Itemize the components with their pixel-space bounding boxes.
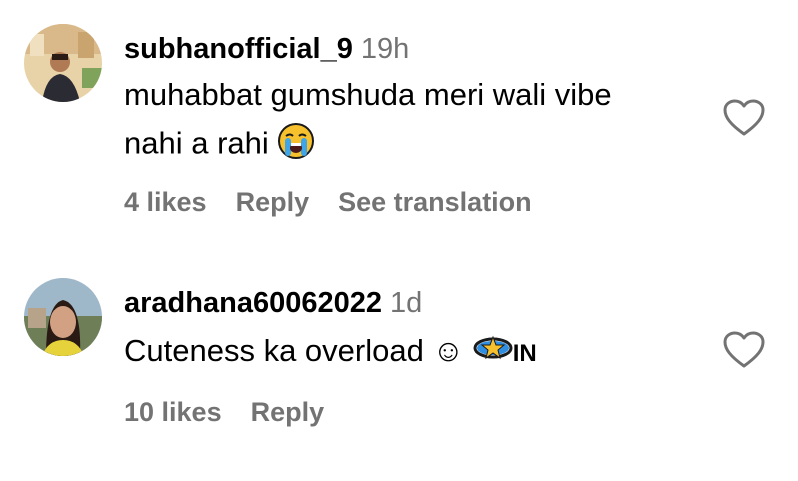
comment-actions: 10 likes Reply: [124, 396, 353, 428]
timestamp: 1d: [389, 287, 423, 319]
heart-outline-icon: [723, 331, 765, 368]
like-button[interactable]: [722, 330, 766, 370]
avatar[interactable]: [24, 278, 102, 356]
dizzy-star-icon: [473, 333, 513, 372]
reply-button[interactable]: Reply: [236, 187, 310, 217]
reply-button[interactable]: Reply: [251, 397, 325, 427]
avatar-image: [24, 24, 102, 102]
avatar-image: [24, 278, 102, 356]
avatar[interactable]: [24, 24, 102, 102]
loudly-crying-face-icon: [277, 122, 315, 169]
comment-actions: 4 likes Reply See translation: [124, 186, 561, 218]
comment-header: aradhana60062022 1d: [124, 286, 422, 320]
badge-text: IN: [512, 340, 537, 367]
likes-count[interactable]: 10 likes: [124, 397, 222, 427]
timestamp: 19h: [360, 33, 410, 65]
see-translation-button[interactable]: See translation: [338, 187, 532, 217]
username[interactable]: subhanofficial_9: [124, 33, 353, 65]
comment-text: Cuteness ka overload ☺: [124, 333, 465, 368]
heart-outline-icon: [723, 99, 765, 136]
comment-text-line-2: nahi a rahi: [124, 122, 315, 169]
comment-text-line: Cuteness ka overload ☺ IN: [124, 332, 537, 373]
comment-text: nahi a rahi: [124, 125, 269, 161]
comment-text-line: muhabbat gumshuda meri wali vibe: [124, 77, 612, 112]
username[interactable]: aradhana60062022: [124, 287, 382, 319]
like-button[interactable]: [722, 98, 766, 138]
comment-header: subhanofficial_9 19h: [124, 32, 409, 66]
likes-count[interactable]: 4 likes: [124, 187, 207, 217]
